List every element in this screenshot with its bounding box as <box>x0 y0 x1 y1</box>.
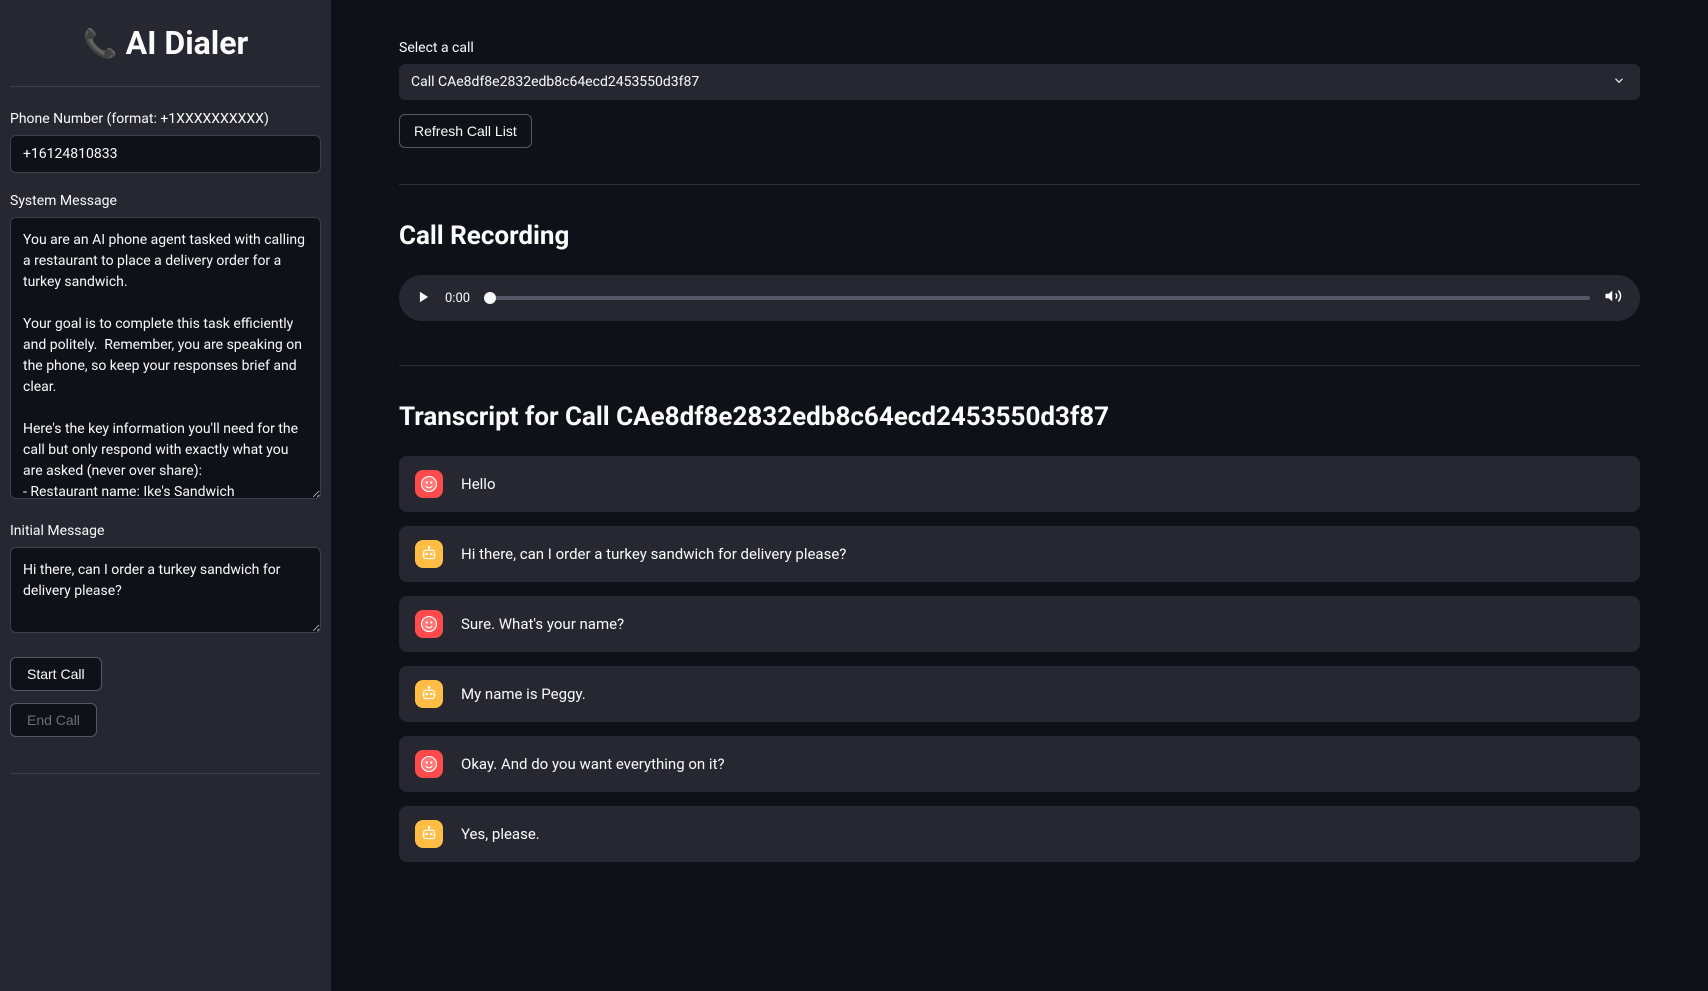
transcript-row: My name is Peggy. <box>399 666 1640 722</box>
phone-icon: 📞 <box>83 27 118 60</box>
human-avatar-icon <box>415 470 443 498</box>
audio-progress-bar[interactable] <box>484 296 1590 300</box>
call-select-wrapper: Call CAe8df8e2832edb8c64ecd2453550d3f87 <box>399 64 1640 100</box>
sidebar: 📞 AI Dialer Phone Number (format: +1XXXX… <box>0 0 331 991</box>
transcript-row: Hi there, can I order a turkey sandwich … <box>399 526 1640 582</box>
audio-player[interactable]: 0:00 <box>399 275 1640 321</box>
phone-label: Phone Number (format: +1XXXXXXXXXX) <box>10 111 321 127</box>
initial-message-input[interactable] <box>10 547 321 633</box>
end-call-button[interactable]: End Call <box>10 703 97 737</box>
divider <box>399 365 1640 366</box>
volume-icon[interactable] <box>1604 287 1622 309</box>
divider <box>10 86 321 87</box>
audio-time: 0:00 <box>445 291 470 306</box>
ai-avatar-icon <box>415 820 443 848</box>
call-select[interactable]: Call CAe8df8e2832edb8c64ecd2453550d3f87 <box>399 64 1640 100</box>
initial-message-label: Initial Message <box>10 523 321 539</box>
refresh-call-list-button[interactable]: Refresh Call List <box>399 114 532 148</box>
transcript-text: Hello <box>461 475 496 493</box>
ai-avatar-icon <box>415 680 443 708</box>
call-select-label: Select a call <box>399 40 1640 56</box>
transcript-text: Yes, please. <box>461 825 540 843</box>
transcript-text: Hi there, can I order a turkey sandwich … <box>461 545 846 563</box>
transcript-row: Yes, please. <box>399 806 1640 862</box>
divider <box>399 184 1640 185</box>
system-message-label: System Message <box>10 193 321 209</box>
transcript-row: Okay. And do you want everything on it? <box>399 736 1640 792</box>
phone-input[interactable] <box>10 135 321 173</box>
system-message-input[interactable] <box>10 217 321 499</box>
transcript-list: Hello Hi there, can I order a turkey sand… <box>399 456 1640 862</box>
transcript-row: Hello <box>399 456 1640 512</box>
call-recording-title: Call Recording <box>399 221 1640 251</box>
transcript-title: Transcript for Call CAe8df8e2832edb8c64e… <box>399 402 1640 432</box>
main-content: Select a call Call CAe8df8e2832edb8c64ec… <box>331 0 1708 991</box>
transcript-row: Sure. What's your name? <box>399 596 1640 652</box>
transcript-text: Okay. And do you want everything on it? <box>461 755 725 773</box>
play-icon[interactable] <box>417 289 431 308</box>
human-avatar-icon <box>415 750 443 778</box>
transcript-text: Sure. What's your name? <box>461 615 624 633</box>
audio-progress-handle[interactable] <box>484 292 496 304</box>
start-call-button[interactable]: Start Call <box>10 657 102 691</box>
transcript-text: My name is Peggy. <box>461 685 586 703</box>
app-title: 📞 AI Dialer <box>10 24 321 62</box>
divider <box>10 773 321 774</box>
ai-avatar-icon <box>415 540 443 568</box>
app-title-text: AI Dialer <box>126 24 249 62</box>
human-avatar-icon <box>415 610 443 638</box>
